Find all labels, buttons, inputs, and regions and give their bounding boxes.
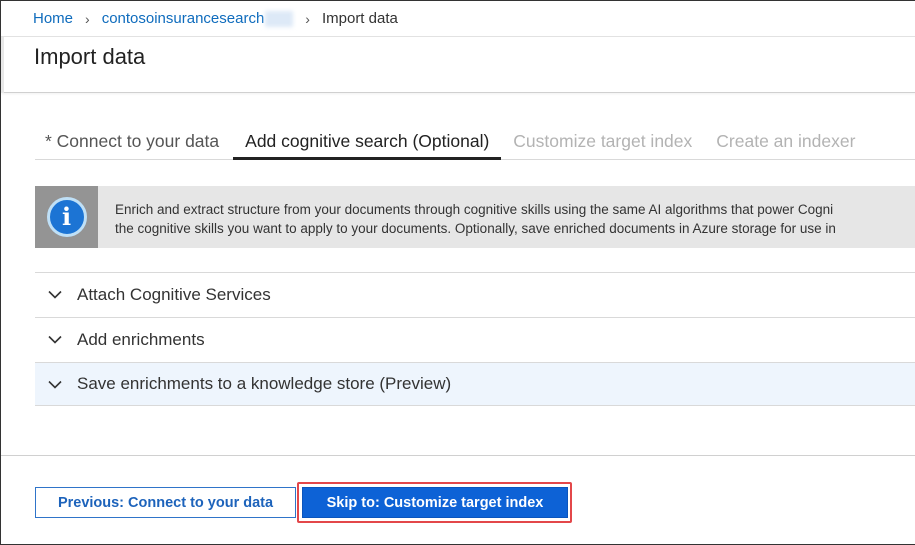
info-text-line-2: the cognitive skills you want to apply t… [115, 221, 836, 236]
previous-connect-to-your-data-button[interactable]: Previous: Connect to your data [35, 487, 296, 518]
header-edge [1, 37, 4, 93]
chevron-right-icon: › [85, 10, 90, 27]
page-header: Import data [1, 37, 915, 93]
wizard-tabs: * Connect to your data Add cognitive sea… [35, 125, 915, 160]
tab-create-an-indexer: Create an indexer [716, 131, 856, 151]
info-icon: i [46, 197, 87, 237]
info-banner: i Enrich and extract structure from your… [35, 186, 915, 248]
breadcrumb-current: Import data [321, 10, 398, 27]
chevron-right-icon: › [305, 10, 310, 27]
section-attach-cognitive-services[interactable]: Attach Cognitive Services [35, 272, 915, 316]
skip-to-customize-target-index-button[interactable]: Skip to: Customize target index [302, 487, 568, 518]
section-label: Attach Cognitive Services [77, 284, 271, 304]
redacted-text [265, 11, 294, 28]
section-save-enrichments-knowledge-store[interactable]: Save enrichments to a knowledge store (P… [35, 362, 915, 406]
tab-customize-target-index: Customize target index [513, 131, 693, 151]
section-add-enrichments[interactable]: Add enrichments [35, 317, 915, 361]
chevron-down-icon [48, 380, 68, 389]
breadcrumb-service-link[interactable]: contosoinsurancesearch [101, 9, 294, 28]
chevron-down-icon [48, 290, 68, 299]
breadcrumb: Home › contosoinsurancesearch › Import d… [1, 1, 915, 37]
section-label: Save enrichments to a knowledge store (P… [77, 374, 452, 393]
breadcrumb-home-link[interactable]: Home [33, 10, 73, 27]
tab-add-cognitive-search[interactable]: Add cognitive search (Optional) [233, 125, 502, 160]
tab-connect-to-your-data[interactable]: * Connect to your data [35, 125, 231, 160]
info-text: Enrich and extract structure from your d… [98, 186, 836, 248]
footer-divider [1, 455, 915, 456]
info-icon-box: i [35, 186, 98, 248]
page-title: Import data [34, 44, 146, 69]
chevron-down-icon [48, 335, 68, 344]
breadcrumb-service-label: contosoinsurancesearch [101, 9, 265, 27]
import-data-blade: Home › contosoinsurancesearch › Import d… [0, 0, 915, 545]
info-text-line-1: Enrich and extract structure from your d… [115, 202, 834, 217]
section-label: Add enrichments [77, 329, 205, 349]
